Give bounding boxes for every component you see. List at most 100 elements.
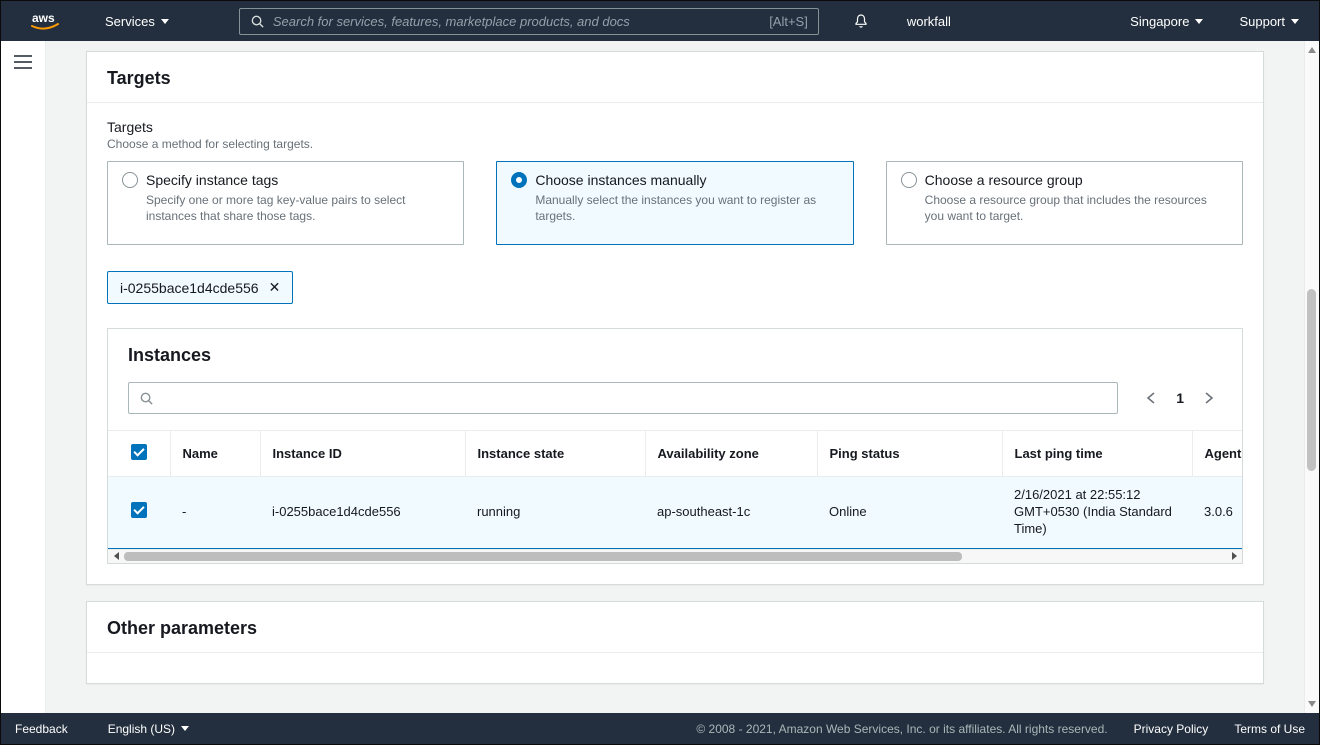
- top-navigation-bar: aws Services [Alt+S] workfall Si: [1, 1, 1319, 41]
- other-parameters-card-header: Other parameters: [87, 602, 1263, 653]
- vertical-scroll-thumb[interactable]: [1307, 289, 1316, 471]
- language-label: English (US): [107, 721, 176, 736]
- token-label: i-0255bace1d4cde556: [120, 279, 259, 296]
- cell-ping-status: Online: [817, 476, 1002, 549]
- feedback-button[interactable]: Feedback: [15, 722, 68, 736]
- global-search-input[interactable]: [272, 13, 762, 29]
- bell-icon: [855, 14, 867, 28]
- support-label: Support: [1239, 13, 1285, 29]
- other-parameters-card-body: [87, 653, 1263, 683]
- option-choose-instances-manually[interactable]: Choose instances manually Manually selec…: [496, 161, 854, 245]
- cell-instance-state: running: [465, 476, 645, 549]
- page-content: Targets Targets Choose a method for sele…: [46, 41, 1304, 713]
- aws-logo-icon: aws: [31, 11, 59, 30]
- services-menu[interactable]: Services: [105, 14, 169, 29]
- option-description: Specify one or more tag key-value pairs …: [146, 193, 406, 224]
- targets-card-title: Targets: [107, 68, 171, 88]
- instances-table-container: Name Instance ID Instance state Availabi…: [108, 430, 1242, 549]
- instances-search-input[interactable]: [162, 390, 1108, 406]
- radio-unselected-icon[interactable]: [900, 172, 917, 188]
- horizontal-scrollbar: [108, 548, 1242, 563]
- chevron-right-icon: [1205, 392, 1214, 404]
- svg-text:aws: aws: [32, 11, 55, 25]
- cell-availability-zone: ap-southeast-1c: [645, 476, 817, 549]
- radio-selected-icon[interactable]: [511, 172, 528, 188]
- instances-panel: Instances 1 Name Instance ID Instance st…: [107, 328, 1243, 564]
- terms-of-use-link[interactable]: Terms of Use: [1234, 722, 1305, 736]
- caret-down-icon: [1291, 18, 1299, 24]
- chevron-left-icon: [1147, 392, 1155, 404]
- main-area: Targets Targets Choose a method for sele…: [1, 41, 1319, 713]
- caret-down-icon: [181, 726, 190, 731]
- scroll-up-icon[interactable]: [1308, 47, 1316, 53]
- horizontal-scroll-thumb[interactable]: [124, 551, 962, 561]
- pagination-next-button[interactable]: [1202, 389, 1216, 407]
- aws-console-window: aws Services [Alt+S] workfall Si: [0, 0, 1320, 745]
- caret-down-icon: [160, 18, 169, 24]
- cell-instance-id: i-0255bace1d4cde556: [260, 476, 465, 549]
- cell-last-ping-time: 2/16/2021 at 22:55:12 GMT+0530 (India St…: [1002, 476, 1192, 549]
- account-menu[interactable]: workfall: [907, 14, 951, 29]
- horizontal-scroll-track[interactable]: [124, 550, 1226, 563]
- instances-panel-header: Instances: [108, 329, 1242, 372]
- pagination-current-page[interactable]: 1: [1176, 390, 1184, 406]
- vertical-scrollbar[interactable]: [1304, 41, 1319, 713]
- option-description: Manually select the instances you want t…: [535, 193, 817, 224]
- instances-panel-title: Instances: [128, 345, 212, 365]
- instances-table: Name Instance ID Instance state Availabi…: [108, 430, 1242, 549]
- table-header-row: Name Instance ID Instance state Availabi…: [108, 430, 1242, 477]
- triangle-left-icon: [113, 552, 119, 561]
- services-menu-label: Services: [105, 13, 155, 29]
- instances-search: [128, 382, 1119, 414]
- column-header-ping-status: Ping status: [816, 430, 1002, 477]
- triangle-right-icon: [1231, 552, 1237, 561]
- support-menu[interactable]: Support: [1239, 14, 1299, 29]
- account-name: workfall: [906, 13, 951, 29]
- remove-token-button[interactable]: ✕: [269, 279, 281, 296]
- cell-agent-version: 3.0.6: [1192, 476, 1242, 549]
- region-selector[interactable]: Singapore: [1130, 13, 1204, 29]
- column-header-instance-state: Instance state: [464, 430, 645, 477]
- scroll-right-button[interactable]: [1226, 552, 1242, 561]
- cell-name: -: [170, 476, 260, 549]
- row-checkbox[interactable]: [131, 501, 147, 518]
- target-method-options: Specify instance tags Specify one or mor…: [107, 161, 1243, 245]
- search-shortcut-hint: [Alt+S]: [769, 13, 808, 29]
- option-title: Choose instances manually: [535, 172, 707, 188]
- other-parameters-card-title: Other parameters: [107, 617, 258, 638]
- column-header-last-ping-time: Last ping time: [1001, 430, 1192, 477]
- column-header-availability-zone: Availability zone: [644, 430, 817, 477]
- language-selector[interactable]: English (US): [107, 721, 190, 736]
- instance-table-row[interactable]: - i-0255bace1d4cde556 running ap-southea…: [108, 476, 1242, 549]
- radio-unselected-icon[interactable]: [122, 172, 138, 188]
- hamburger-menu-icon[interactable]: [14, 55, 32, 69]
- scroll-left-button[interactable]: [108, 552, 124, 561]
- aws-logo[interactable]: aws: [27, 9, 63, 33]
- instances-toolbar: 1: [108, 372, 1242, 430]
- option-title: Specify instance tags: [146, 172, 279, 188]
- targets-field-description: Choose a method for selecting targets.: [107, 137, 314, 151]
- console-footer: Feedback English (US) © 2008 - 2021, Ama…: [1, 713, 1319, 744]
- option-title: Choose a resource group: [924, 172, 1083, 188]
- region-label: Singapore: [1130, 13, 1190, 29]
- search-icon: [140, 392, 153, 405]
- option-specify-instance-tags[interactable]: Specify instance tags Specify one or mor…: [107, 161, 465, 245]
- targets-card-header: Targets: [87, 52, 1263, 103]
- selected-instance-token: i-0255bace1d4cde556 ✕: [107, 271, 294, 304]
- privacy-policy-link[interactable]: Privacy Policy: [1134, 722, 1209, 736]
- side-menu-strip: [1, 41, 46, 713]
- pagination: 1: [1144, 389, 1216, 407]
- search-icon: [251, 15, 264, 28]
- option-description: Choose a resource group that includes th…: [924, 193, 1207, 224]
- targets-field-label: Targets: [107, 119, 153, 135]
- pagination-prev-button[interactable]: [1144, 389, 1158, 407]
- option-choose-resource-group[interactable]: Choose a resource group Choose a resourc…: [885, 161, 1243, 245]
- other-parameters-card: Other parameters: [86, 600, 1264, 684]
- scroll-down-icon[interactable]: [1308, 701, 1316, 707]
- column-header-agent-version: Agent version: [1191, 430, 1242, 477]
- targets-card: Targets Targets Choose a method for sele…: [86, 51, 1264, 585]
- notifications-button[interactable]: [853, 13, 869, 29]
- column-header-name: Name: [169, 430, 260, 477]
- column-header-instance-id: Instance ID: [259, 430, 465, 477]
- select-all-checkbox[interactable]: [130, 444, 147, 460]
